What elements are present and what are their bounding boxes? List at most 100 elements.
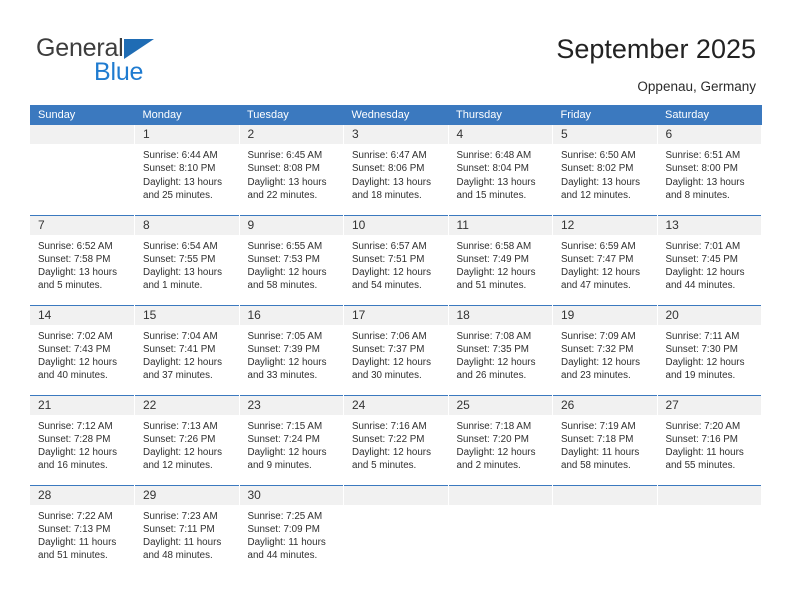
calendar-day-cell[interactable]: 9 Sunrise: 6:55 AM Sunset: 7:53 PM Daylight… — [239, 214, 344, 305]
daylight-hours-text: Daylight: 12 hours — [38, 447, 117, 459]
daylight-hours-text: Daylight: 13 hours — [247, 176, 327, 188]
daylight-hours-text: Daylight: 12 hours — [247, 267, 327, 279]
daylight-hours-text: Daylight: 13 hours — [561, 176, 640, 188]
calendar-day-cell[interactable]: 7 Sunrise: 6:52 AM Sunset: 7:58 PM Daylight… — [30, 214, 135, 305]
sunrise-text: Sunrise: 7:01 AM — [665, 240, 741, 252]
calendar-day-cell[interactable]: 20 Sunrise: 7:11 AM Sunset: 7:30 PM Dayligh… — [657, 304, 762, 395]
sunset-text: Sunset: 7:37 PM — [352, 343, 425, 355]
calendar-day-cell[interactable]: 16 Sunrise: 7:05 AM Sunset: 7:39 PM Dayligh… — [239, 304, 344, 395]
sunrise-text: Sunrise: 7:25 AM — [247, 510, 323, 522]
day-details: Sunrise: 7:25 AM Sunset: 7:09 PM Daylight:… — [240, 505, 344, 563]
sunset-text: Sunset: 7:11 PM — [143, 523, 215, 535]
sunset-text: Sunset: 7:26 PM — [143, 433, 216, 445]
calendar-day-cell[interactable]: 18 Sunrise: 7:08 AM Sunset: 7:35 PM Dayligh… — [448, 304, 553, 395]
calendar-day-cell[interactable]: 4 Sunrise: 6:48 AM Sunset: 8:04 PM Daylight… — [448, 125, 553, 215]
sunset-text: Sunset: 7:47 PM — [561, 253, 634, 265]
day-details: Sunrise: 7:15 AM Sunset: 7:24 PM Daylight:… — [240, 415, 344, 473]
sunrise-text: Sunrise: 6:44 AM — [143, 150, 218, 161]
day-details: Sunrise: 7:18 AM Sunset: 7:20 PM Daylight:… — [449, 415, 553, 473]
calendar-day-cell[interactable]: 23 Sunrise: 7:15 AM Sunset: 7:24 PM Dayligh… — [239, 394, 344, 485]
calendar-day-cell[interactable]: 12 Sunrise: 6:59 AM Sunset: 7:47 PM Dayligh… — [552, 214, 658, 305]
daylight-hours-text: Daylight: 13 hours — [352, 176, 431, 188]
calendar-day-cell[interactable]: 1 Sunrise: 6:44 AM Sunset: 8:10 PM Daylight… — [134, 125, 240, 215]
sunset-text: Sunset: 7:20 PM — [456, 433, 529, 445]
calendar-table: Sunday Monday Tuesday Wednesday Thursday… — [30, 105, 762, 575]
day-details: Sunrise: 6:50 AM Sunset: 8:02 PM Daylight:… — [553, 144, 657, 202]
daylight-hours-text: Daylight: 12 hours — [352, 357, 431, 369]
day-number: 29 — [135, 485, 239, 505]
calendar-day-cell[interactable]: 19 Sunrise: 7:09 AM Sunset: 7:32 PM Dayligh… — [552, 304, 658, 395]
daylight-minutes-text: and 16 minutes. — [38, 460, 108, 472]
calendar-day-cell[interactable]: 6 Sunrise: 6:51 AM Sunset: 8:00 PM Daylight… — [657, 125, 762, 215]
daylight-minutes-text: and 23 minutes. — [561, 370, 631, 382]
calendar-day-cell[interactable]: 3 Sunrise: 6:47 AM Sunset: 8:06 PM Daylight… — [343, 125, 449, 215]
sunset-text: Sunset: 7:24 PM — [247, 433, 320, 445]
calendar-day-cell[interactable]: 11 Sunrise: 6:58 AM Sunset: 7:49 PM Dayligh… — [448, 214, 553, 305]
day-number: 23 — [239, 395, 343, 415]
daylight-minutes-text: and 22 minutes. — [247, 189, 318, 201]
weekday-header-thursday: Thursday — [448, 105, 553, 125]
sunrise-text: Sunrise: 7:18 AM — [456, 420, 532, 432]
daylight-hours-text: Daylight: 12 hours — [143, 357, 222, 369]
sunrise-text: Sunrise: 7:19 AM — [561, 420, 636, 432]
weekday-header-monday: Monday — [134, 105, 239, 125]
day-details: Sunrise: 7:04 AM Sunset: 7:41 PM Daylight:… — [135, 325, 239, 383]
calendar-day-cell[interactable]: 27 Sunrise: 7:20 AM Sunset: 7:16 PM Dayligh… — [657, 394, 762, 485]
sunrise-text: Sunrise: 7:08 AM — [456, 330, 532, 342]
sunrise-text: Sunrise: 7:16 AM — [352, 420, 427, 432]
calendar-day-cell[interactable]: 29 Sunrise: 7:23 AM Sunset: 7:11 PM Dayligh… — [134, 484, 240, 575]
sunrise-text: Sunrise: 7:23 AM — [143, 510, 218, 522]
sunrise-text: Sunrise: 7:02 AM — [38, 330, 113, 342]
calendar-day-cell[interactable]: 22 Sunrise: 7:13 AM Sunset: 7:26 PM Dayligh… — [134, 394, 240, 485]
day-details: Sunrise: 6:47 AM Sunset: 8:06 PM Daylight:… — [344, 144, 448, 202]
day-number — [448, 485, 552, 505]
calendar-day-cell[interactable]: 2 Sunrise: 6:45 AM Sunset: 8:08 PM Daylight… — [239, 125, 344, 215]
day-details: Sunrise: 7:23 AM Sunset: 7:11 PM Daylight:… — [135, 505, 239, 563]
sunrise-text: Sunrise: 7:20 AM — [665, 420, 741, 432]
sunset-text: Sunset: 8:02 PM — [561, 163, 634, 175]
day-number: 3 — [344, 125, 448, 144]
sunset-text: Sunset: 7:58 PM — [38, 253, 111, 265]
calendar-day-cell[interactable]: 26 Sunrise: 7:19 AM Sunset: 7:18 PM Dayligh… — [552, 394, 658, 485]
day-details: Sunrise: 7:12 AM Sunset: 7:28 PM Daylight:… — [30, 415, 134, 473]
calendar-day-cell[interactable]: 28 Sunrise: 7:22 AM Sunset: 7:13 PM Dayligh… — [30, 484, 135, 575]
sunset-text: Sunset: 7:09 PM — [247, 523, 320, 535]
day-number: 21 — [30, 395, 134, 415]
calendar-day-cell[interactable]: 13 Sunrise: 7:01 AM Sunset: 7:45 PM Dayligh… — [657, 214, 762, 305]
daylight-hours-text: Daylight: 13 hours — [143, 176, 222, 188]
daylight-hours-text: Daylight: 12 hours — [456, 357, 536, 369]
daylight-minutes-text: and 47 minutes. — [561, 280, 631, 292]
calendar-day-cell[interactable]: 30 Sunrise: 7:25 AM Sunset: 7:09 PM Dayligh… — [239, 484, 344, 575]
day-number: 7 — [30, 215, 134, 235]
daylight-hours-text: Daylight: 11 hours — [247, 537, 326, 549]
calendar-day-cell[interactable]: 21 Sunrise: 7:12 AM Sunset: 7:28 PM Dayligh… — [30, 394, 135, 485]
daylight-minutes-text: and 37 minutes. — [143, 370, 213, 382]
day-number: 4 — [448, 125, 552, 144]
sunset-text: Sunset: 8:10 PM — [143, 163, 216, 175]
sunrise-text: Sunrise: 7:05 AM — [247, 330, 323, 342]
day-number: 20 — [657, 305, 761, 325]
calendar-day-cell[interactable]: 8 Sunrise: 6:54 AM Sunset: 7:55 PM Daylight… — [134, 214, 240, 305]
sunrise-text: Sunrise: 7:15 AM — [247, 420, 323, 432]
logo-text-blue: Blue — [94, 58, 144, 86]
day-number — [30, 125, 134, 144]
calendar-day-cell[interactable]: 15 Sunrise: 7:04 AM Sunset: 7:41 PM Dayligh… — [134, 304, 240, 395]
calendar-day-cell[interactable]: 14 Sunrise: 7:02 AM Sunset: 7:43 PM Dayligh… — [30, 304, 135, 395]
day-number: 8 — [135, 215, 239, 235]
sunrise-text: Sunrise: 7:22 AM — [38, 510, 113, 522]
sunrise-text: Sunrise: 6:51 AM — [665, 150, 741, 161]
sunset-text: Sunset: 7:55 PM — [143, 253, 216, 265]
calendar-day-cell[interactable]: 24 Sunrise: 7:16 AM Sunset: 7:22 PM Dayligh… — [343, 394, 449, 485]
daylight-hours-text: Daylight: 12 hours — [38, 357, 117, 369]
daylight-hours-text: Daylight: 12 hours — [561, 267, 640, 279]
daylight-hours-text: Daylight: 11 hours — [561, 447, 640, 459]
calendar-day-cell[interactable]: 5 Sunrise: 6:50 AM Sunset: 8:02 PM Daylight… — [552, 125, 658, 215]
calendar-day-cell[interactable]: 17 Sunrise: 7:06 AM Sunset: 7:37 PM Dayligh… — [343, 304, 449, 395]
calendar-body: 1 Sunrise: 6:44 AM Sunset: 8:10 PM Daylight… — [30, 125, 762, 575]
day-number: 22 — [135, 395, 239, 415]
day-number — [553, 485, 657, 505]
calendar-day-cell[interactable]: 25 Sunrise: 7:18 AM Sunset: 7:20 PM Dayligh… — [448, 394, 553, 485]
day-number: 25 — [448, 395, 552, 415]
general-blue-logo[interactable]: General Blue — [36, 34, 216, 90]
calendar-day-cell[interactable]: 10 Sunrise: 6:57 AM Sunset: 7:51 PM Dayligh… — [343, 214, 449, 305]
